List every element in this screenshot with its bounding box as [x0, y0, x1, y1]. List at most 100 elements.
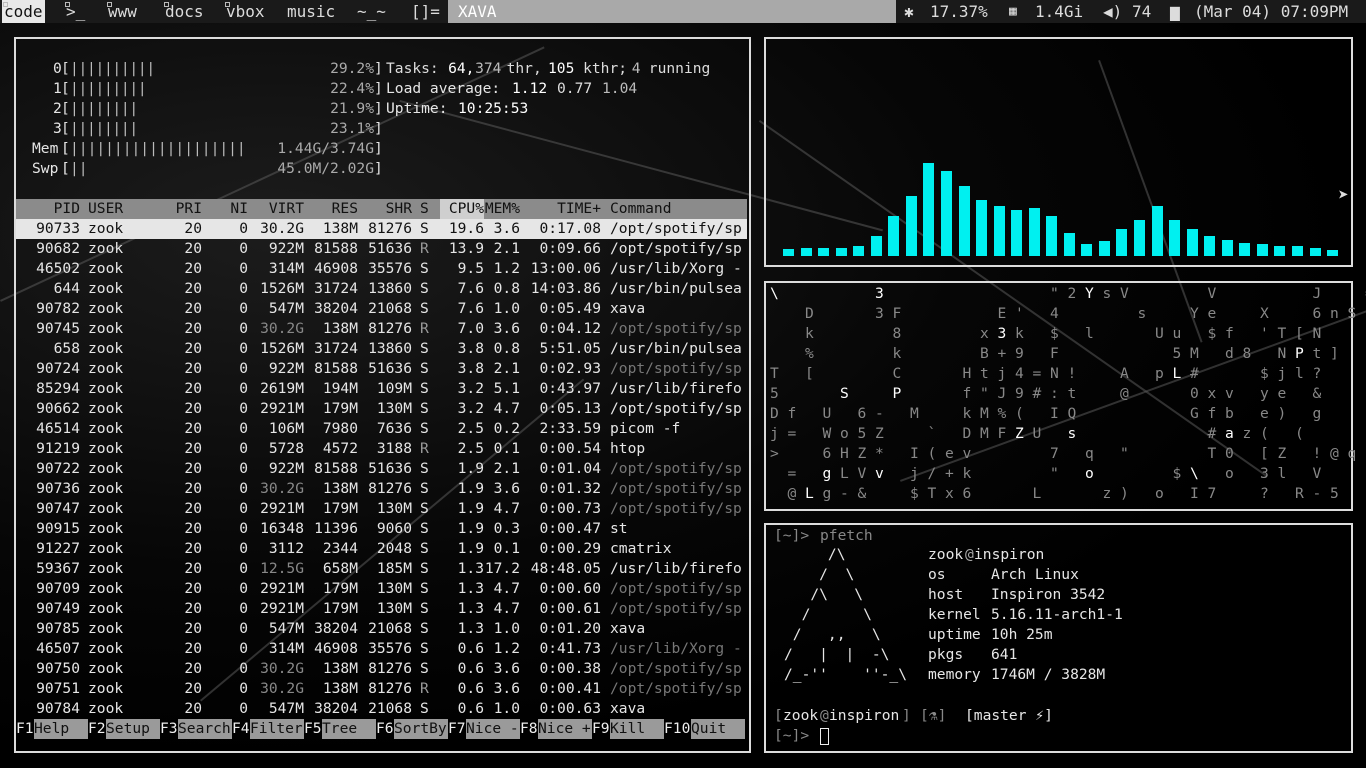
fkey-f5-button[interactable]: Tree — [322, 719, 376, 739]
column-header-cpu[interactable]: CPU% — [440, 199, 484, 219]
process-row[interactable]: 46514 zook 20 0 106M 7980 7636 S 2.5 0.2 2:33.59 pi… — [16, 419, 747, 439]
matrix-char: I — [1190, 485, 1199, 502]
process-row[interactable]: 46502 zook 20 0 314M 46908 35576 S 9.5 1.2 13:00.0… — [16, 259, 747, 279]
matrix-char: H — [962, 365, 972, 382]
process-command: /opt/spotify/sp — [610, 580, 742, 597]
process-row[interactable]: 91227 zook 20 0 3112 2344 2048 S 1.9 0.1 0:00.29 cm… — [16, 539, 747, 559]
process-row[interactable]: 90915 zook 20 0 16348 11396 9060 S 1.9 0.3 0:00.47… — [16, 519, 747, 539]
column-header-mem[interactable]: MEM% — [484, 199, 520, 219]
column-header-time[interactable]: TIME+ — [521, 199, 601, 219]
matrix-char: F — [1050, 345, 1059, 362]
workspace-6[interactable]: music — [285, 0, 337, 23]
process-row[interactable]: 90682 zook 20 0 922M 81588 51636 R 13.9 2.1 0:09.6… — [16, 239, 747, 259]
matrix-char: Q — [1067, 405, 1077, 422]
flask-icon: [⚗] — [920, 707, 947, 724]
matrix-char: s — [1067, 425, 1077, 442]
fkey-f6-button[interactable]: SortBy — [394, 719, 448, 739]
visualizer-bar — [1011, 210, 1023, 256]
xava-visualizer-window[interactable]: ➤ — [764, 37, 1353, 267]
column-header-user[interactable]: USER — [88, 199, 148, 219]
htop-window[interactable]: 0[|||||||||| 29.2%] 1[||||||||| 22.4%] 2[|||… — [14, 37, 751, 753]
column-header-virt[interactable]: VIRT — [248, 199, 304, 219]
process-row[interactable]: 90751 zook 20 0 30.2G 138M 81276 R 0.6 3.6 0:00.41… — [16, 679, 747, 699]
process-row[interactable]: 90722 zook 20 0 922M 81588 51636 S 1.9 2.1 0:01.04… — [16, 459, 747, 479]
workspace-2[interactable]: >_ — [64, 0, 87, 23]
matrix-char: I — [1050, 405, 1059, 422]
process-res: 38204 — [314, 300, 358, 317]
column-header-s[interactable]: S — [420, 199, 430, 219]
matrix-char: J — [997, 385, 1007, 402]
process-mem: 3.6 — [493, 220, 520, 237]
process-row[interactable]: 90750 zook 20 0 30.2G 138M 81276 S 0.6 3.6 0:00.38… — [16, 659, 747, 679]
process-res: 81588 — [314, 240, 358, 257]
process-cpu: 9.5 — [457, 260, 484, 277]
workspace-4[interactable]: docs — [163, 0, 206, 23]
process-shr: 13860 — [368, 280, 412, 297]
process-priority: 20 — [184, 620, 202, 637]
matrix-char: q — [1347, 445, 1357, 462]
workspace-7[interactable]: ~_~ — [355, 0, 388, 23]
column-header-command[interactable]: Command — [610, 199, 750, 219]
fkey-f4-button[interactable]: Filter — [250, 719, 304, 739]
fkey-f10-button[interactable]: Quit — [691, 719, 745, 739]
shell-user: zook — [783, 707, 819, 724]
process-nice: 0 — [239, 460, 248, 477]
column-header-pri[interactable]: PRI — [166, 199, 202, 219]
matrix-char: a — [1225, 425, 1234, 442]
process-row[interactable]: 85294 zook 20 0 2619M 194M 109M S 3.2 5.1 0:43.97 /… — [16, 379, 747, 399]
fkey-f1-button[interactable]: Help — [34, 719, 88, 739]
cmatrix-window[interactable]: \3"2YsVVJ=*]D3FE'4sYeX6nSk8x3k$lUu$f'T[N… — [764, 281, 1366, 511]
uptime-value: 10:25:53 — [458, 100, 529, 117]
process-time: 5:51.05 — [539, 340, 601, 357]
process-cpu: 7.6 — [457, 300, 484, 317]
column-header-ni[interactable]: NI — [220, 199, 248, 219]
process-row[interactable]: 90785 zook 20 0 547M 38204 21068 S 1.3 1.0 0:01.20… — [16, 619, 747, 639]
column-header-shr[interactable]: SHR — [360, 199, 412, 219]
matrix-char: Y — [1085, 285, 1094, 302]
process-row[interactable]: 90662 zook 20 0 2921M 179M 130M S 3.2 4.7 0:05.13 /… — [16, 399, 747, 419]
process-table-header[interactable]: PID USER PRI NI VIRT RES SHR S CPU% MEM% TIME+ Comm… — [16, 199, 747, 219]
process-nice: 0 — [239, 260, 248, 277]
fkey-f8-button[interactable]: Nice + — [538, 719, 592, 739]
column-header-res[interactable]: RES — [306, 199, 358, 219]
process-row[interactable]: 90733 zook 20 0 30.2G 138M 81276 S 19.6 3.6 0:17.0… — [16, 219, 747, 239]
process-row[interactable]: 90784 zook 20 0 547M 38204 21068 S 0.6 1.0 0:00.63… — [16, 699, 747, 719]
column-header-pid[interactable]: PID — [30, 199, 80, 219]
workspace-8[interactable]: []= — [409, 0, 442, 23]
process-row[interactable]: 90745 zook 20 0 30.2G 138M 81276 R 7.0 3.6 0:04.12… — [16, 319, 747, 339]
process-nice: 0 — [239, 440, 248, 457]
process-row[interactable]: 90736 zook 20 0 30.2G 138M 81276 S 1.9 3.6 0:01.32… — [16, 479, 747, 499]
process-row[interactable]: 658 zook 20 0 1526M 31724 13860 S 3.8 0.8 5:51.05 /… — [16, 339, 747, 359]
process-row[interactable]: 90747 zook 20 0 2921M 179M 130M S 1.9 4.7 0:00.73 /… — [16, 499, 747, 519]
pfetch-terminal-window[interactable]: [~]> pfetch /\ / \ /\ \ / \ / ,, \ / | |… — [764, 523, 1353, 753]
process-row[interactable]: 644 zook 20 0 1526M 31724 13860 S 7.6 0.8 14:03.86… — [16, 279, 747, 299]
visualizer-bar — [976, 200, 988, 256]
process-shr: 81276 — [368, 220, 412, 237]
fkey-f3-button[interactable]: Search — [178, 719, 232, 739]
matrix-char: \ — [1190, 465, 1199, 482]
matrix-char: g — [822, 485, 832, 502]
workspace-1[interactable]: code — [2, 0, 45, 23]
process-row[interactable]: 91219 zook 20 0 5728 4572 3188 R 2.5 0.1 0:00.54 ht… — [16, 439, 747, 459]
matrix-char: = — [787, 465, 797, 482]
visualizer-bar — [905, 196, 917, 256]
fkey-f9-button[interactable]: Kill — [610, 719, 664, 739]
workspace-3[interactable]: www — [106, 0, 139, 23]
process-shr: 21068 — [368, 700, 412, 717]
process-row[interactable]: 90782 zook 20 0 547M 38204 21068 S 7.6 1.0 0:05.49… — [16, 299, 747, 319]
process-command: /usr/lib/firefo — [610, 380, 742, 397]
fkey-f2-button[interactable]: Setup — [106, 719, 160, 739]
process-row[interactable]: 90749 zook 20 0 2921M 179M 130M S 1.3 4.7 0:00.61 /… — [16, 599, 747, 619]
matrix-char: s — [1102, 285, 1112, 302]
terminal-cursor[interactable] — [820, 728, 829, 745]
process-shr: 81276 — [368, 680, 412, 697]
process-row[interactable]: 90724 zook 20 0 922M 81588 51636 S 3.8 2.1 0:02.93… — [16, 359, 747, 379]
process-res: 2344 — [322, 540, 358, 557]
process-row[interactable]: 90709 zook 20 0 2921M 179M 130M S 1.3 4.7 0:00.60 /… — [16, 579, 747, 599]
workspace-5[interactable]: vbox — [224, 0, 267, 23]
fkey-f7-button[interactable]: Nice - — [466, 719, 520, 739]
process-row[interactable]: 59367 zook 20 0 12.5G 658M 185M S 1.3 17.2 48:48.0… — [16, 559, 747, 579]
matrix-char: T — [1207, 445, 1217, 462]
process-cpu: 2.5 — [457, 440, 484, 457]
process-row[interactable]: 46507 zook 20 0 314M 46908 35576 S 0.6 1.2 0:41.73… — [16, 639, 747, 659]
